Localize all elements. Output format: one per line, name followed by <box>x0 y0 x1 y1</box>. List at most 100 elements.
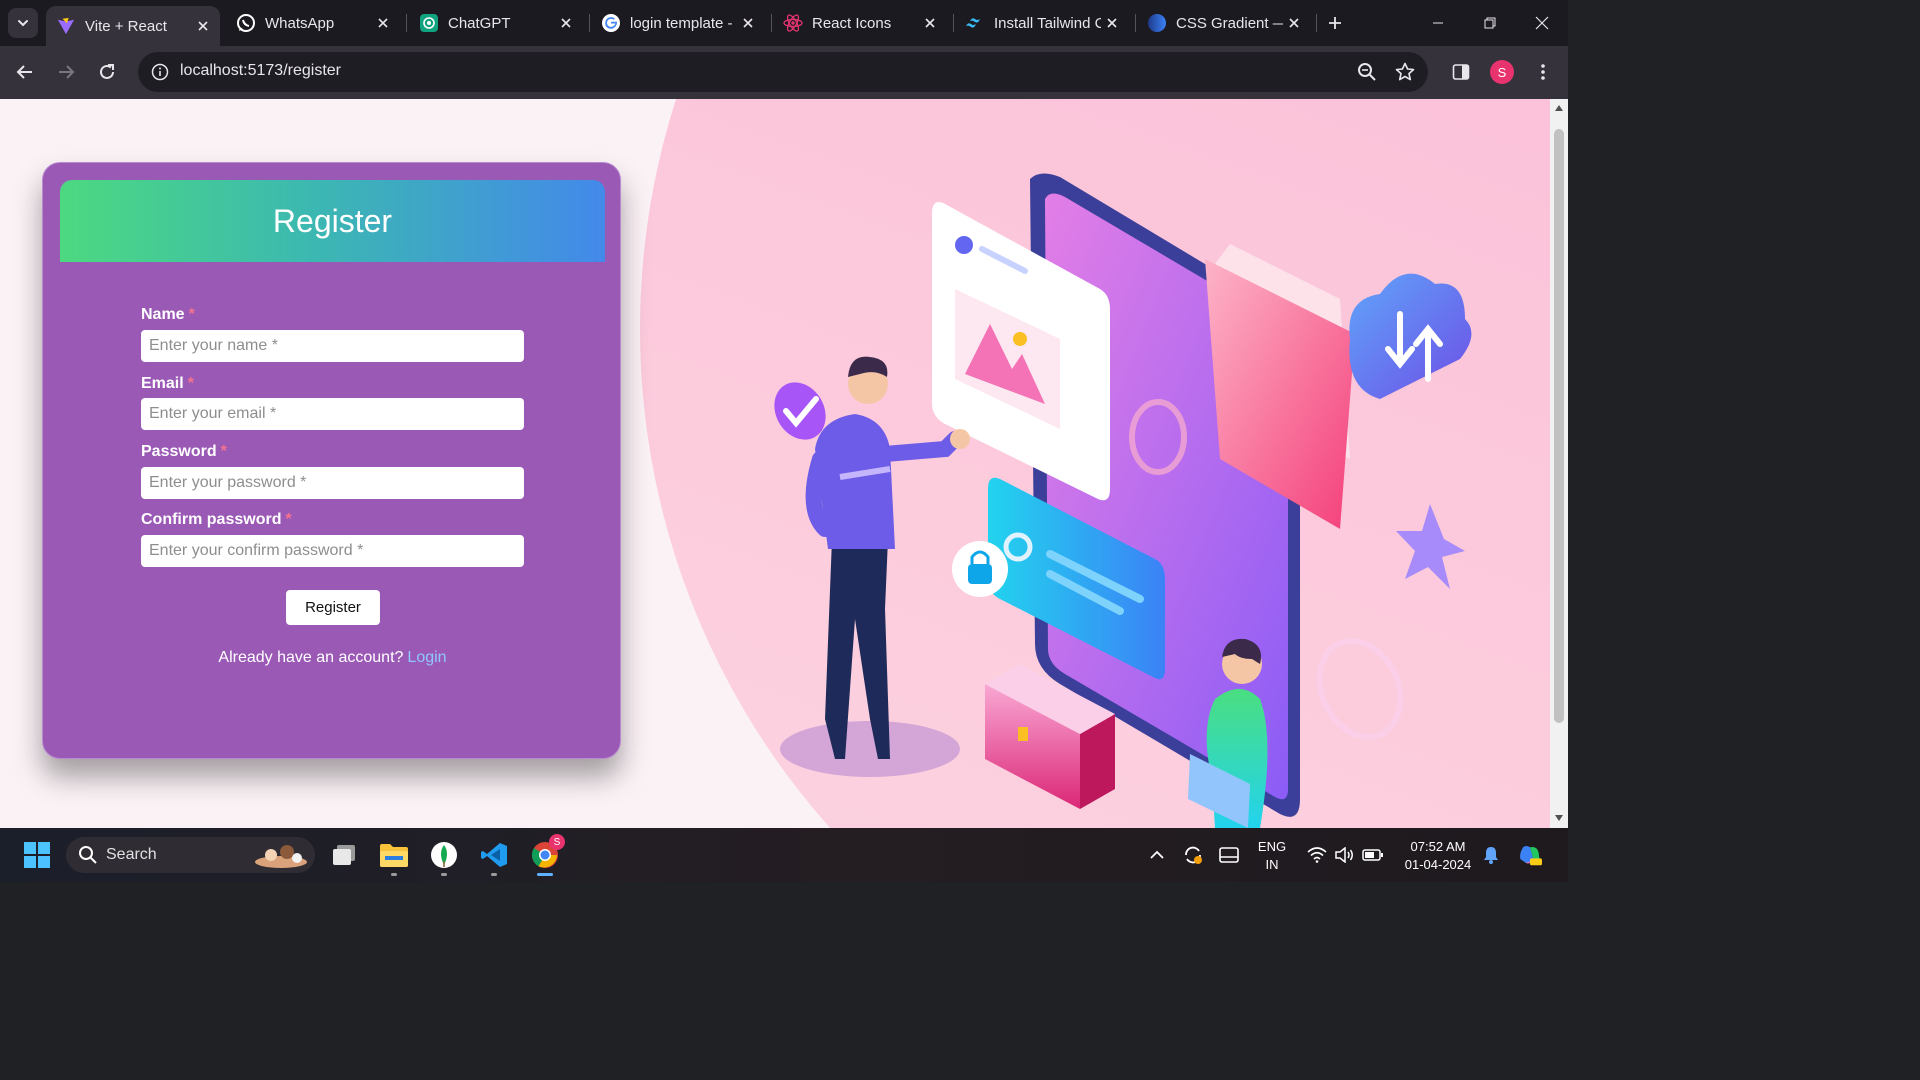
tab-title: ChatGPT <box>448 14 511 32</box>
folder-icon <box>380 844 408 867</box>
address-bar[interactable]: localhost:5173/register <box>138 52 1428 92</box>
sync-tray-button[interactable] <box>1181 843 1205 867</box>
close-icon[interactable] <box>1283 12 1305 34</box>
side-panel-button[interactable] <box>1446 57 1476 87</box>
input-language-button[interactable]: ENG IN <box>1252 838 1292 874</box>
chevron-up-icon <box>1150 850 1164 859</box>
tab-separator <box>406 14 407 32</box>
register-illustration <box>774 173 1472 828</box>
cloud-graphic <box>1349 273 1472 399</box>
page-scrollbar[interactable] <box>1550 99 1568 828</box>
required-mark: * <box>188 306 195 323</box>
reload-button[interactable] <box>91 56 123 88</box>
star-graphic <box>1396 504 1465 589</box>
file-explorer-button[interactable] <box>375 837 413 876</box>
chevron-down-icon <box>18 20 28 27</box>
tab-vite-react[interactable]: Vite + React <box>46 6 220 46</box>
task-view-icon <box>333 845 355 865</box>
search-label: Search <box>106 846 157 863</box>
start-button[interactable] <box>18 837 56 873</box>
clock-time: 07:52 AM <box>1410 839 1466 854</box>
login-prompt-text: Already have an account? <box>218 649 404 666</box>
confirm-password-label: Confirm password * <box>141 511 292 529</box>
tab-title: login template - <box>630 14 733 32</box>
tab-separator <box>1316 14 1317 32</box>
login-prompt: Already have an account? Login <box>43 649 622 667</box>
avatar: S <box>1490 60 1514 84</box>
name-input[interactable] <box>141 330 524 362</box>
bookmark-star-icon[interactable] <box>1391 58 1419 86</box>
copilot-icon <box>1520 846 1542 866</box>
scrollbar-thumb[interactable] <box>1554 129 1564 723</box>
wifi-button[interactable] <box>1305 843 1329 867</box>
clock-button[interactable]: 07:52 AM 01-04-2024 <box>1396 838 1480 874</box>
restore-icon <box>1484 17 1496 29</box>
tab-search-button[interactable] <box>8 8 38 38</box>
profile-button[interactable]: S <box>1487 57 1517 87</box>
restore-button[interactable] <box>1464 0 1516 46</box>
bell-icon <box>1484 847 1498 864</box>
taskbar-search[interactable]: Search <box>66 837 315 873</box>
close-icon[interactable] <box>737 12 759 34</box>
close-icon[interactable] <box>192 15 214 37</box>
tab-chatgpt[interactable]: ChatGPT <box>409 6 583 40</box>
forward-button[interactable] <box>50 56 82 88</box>
new-tab-button[interactable] <box>1322 10 1348 36</box>
close-icon[interactable] <box>372 12 394 34</box>
tab-login-template[interactable]: login template - <box>591 6 765 40</box>
tailwind-icon <box>965 13 985 33</box>
volume-button[interactable] <box>1333 843 1357 867</box>
clock-date: 01-04-2024 <box>1404 857 1472 872</box>
copilot-button[interactable] <box>1518 843 1542 867</box>
close-icon[interactable] <box>919 12 941 34</box>
login-link[interactable]: Login <box>407 649 446 666</box>
close-icon[interactable] <box>555 12 577 34</box>
tab-react-icons[interactable]: React Icons <box>773 6 947 40</box>
sync-icon <box>1185 846 1202 864</box>
password-label: Password * <box>141 443 227 461</box>
tab-title: React Icons <box>812 14 892 32</box>
password-input[interactable] <box>141 467 524 499</box>
language-code: ENG <box>1257 839 1287 854</box>
register-button[interactable]: Register <box>286 590 380 625</box>
chrome-button[interactable]: S <box>526 834 565 876</box>
vscode-icon <box>481 843 507 867</box>
email-input[interactable] <box>141 398 524 430</box>
tab-separator <box>771 14 772 32</box>
minimize-icon <box>1433 22 1443 24</box>
tablet-mode-button[interactable] <box>1217 843 1241 867</box>
confirm-password-input[interactable] <box>141 535 524 567</box>
google-icon <box>601 13 621 33</box>
search-icon <box>79 846 97 864</box>
task-view-button[interactable] <box>325 837 363 873</box>
tab-separator <box>589 14 590 32</box>
close-icon[interactable] <box>1101 12 1123 34</box>
notifications-button[interactable] <box>1479 843 1503 867</box>
scroll-up-icon[interactable] <box>1554 103 1564 113</box>
site-info-icon[interactable] <box>146 58 174 86</box>
windows-icon <box>24 842 50 868</box>
menu-button[interactable] <box>1528 57 1558 87</box>
tab-whatsapp[interactable]: WhatsApp <box>226 6 400 40</box>
close-icon <box>1535 16 1549 30</box>
search-highlight-icon <box>255 845 307 868</box>
battery-button[interactable] <box>1361 843 1385 867</box>
tab-separator <box>1135 14 1136 32</box>
arrow-right-icon <box>59 65 75 79</box>
back-button[interactable] <box>9 56 41 88</box>
mongodb-compass-button[interactable] <box>425 837 463 876</box>
vscode-button[interactable] <box>475 837 513 876</box>
email-label-text: Email <box>141 375 184 392</box>
zoom-icon[interactable] <box>1353 58 1381 86</box>
tab-install-tailwind[interactable]: Install Tailwind C <box>955 6 1129 40</box>
browser-titlebar: Vite + React WhatsApp ChatGPT login temp… <box>0 0 1568 46</box>
lock-graphic <box>952 541 1008 597</box>
confirm-password-label-text: Confirm password <box>141 511 282 528</box>
show-hidden-icons-button[interactable] <box>1145 843 1169 867</box>
url-text[interactable]: localhost:5173/register <box>180 62 341 80</box>
scroll-down-icon[interactable] <box>1554 813 1564 823</box>
name-label-text: Name <box>141 306 185 323</box>
minimize-button[interactable] <box>1412 0 1464 46</box>
tab-css-gradient[interactable]: CSS Gradient — <box>1137 6 1311 40</box>
close-window-button[interactable] <box>1516 0 1568 46</box>
